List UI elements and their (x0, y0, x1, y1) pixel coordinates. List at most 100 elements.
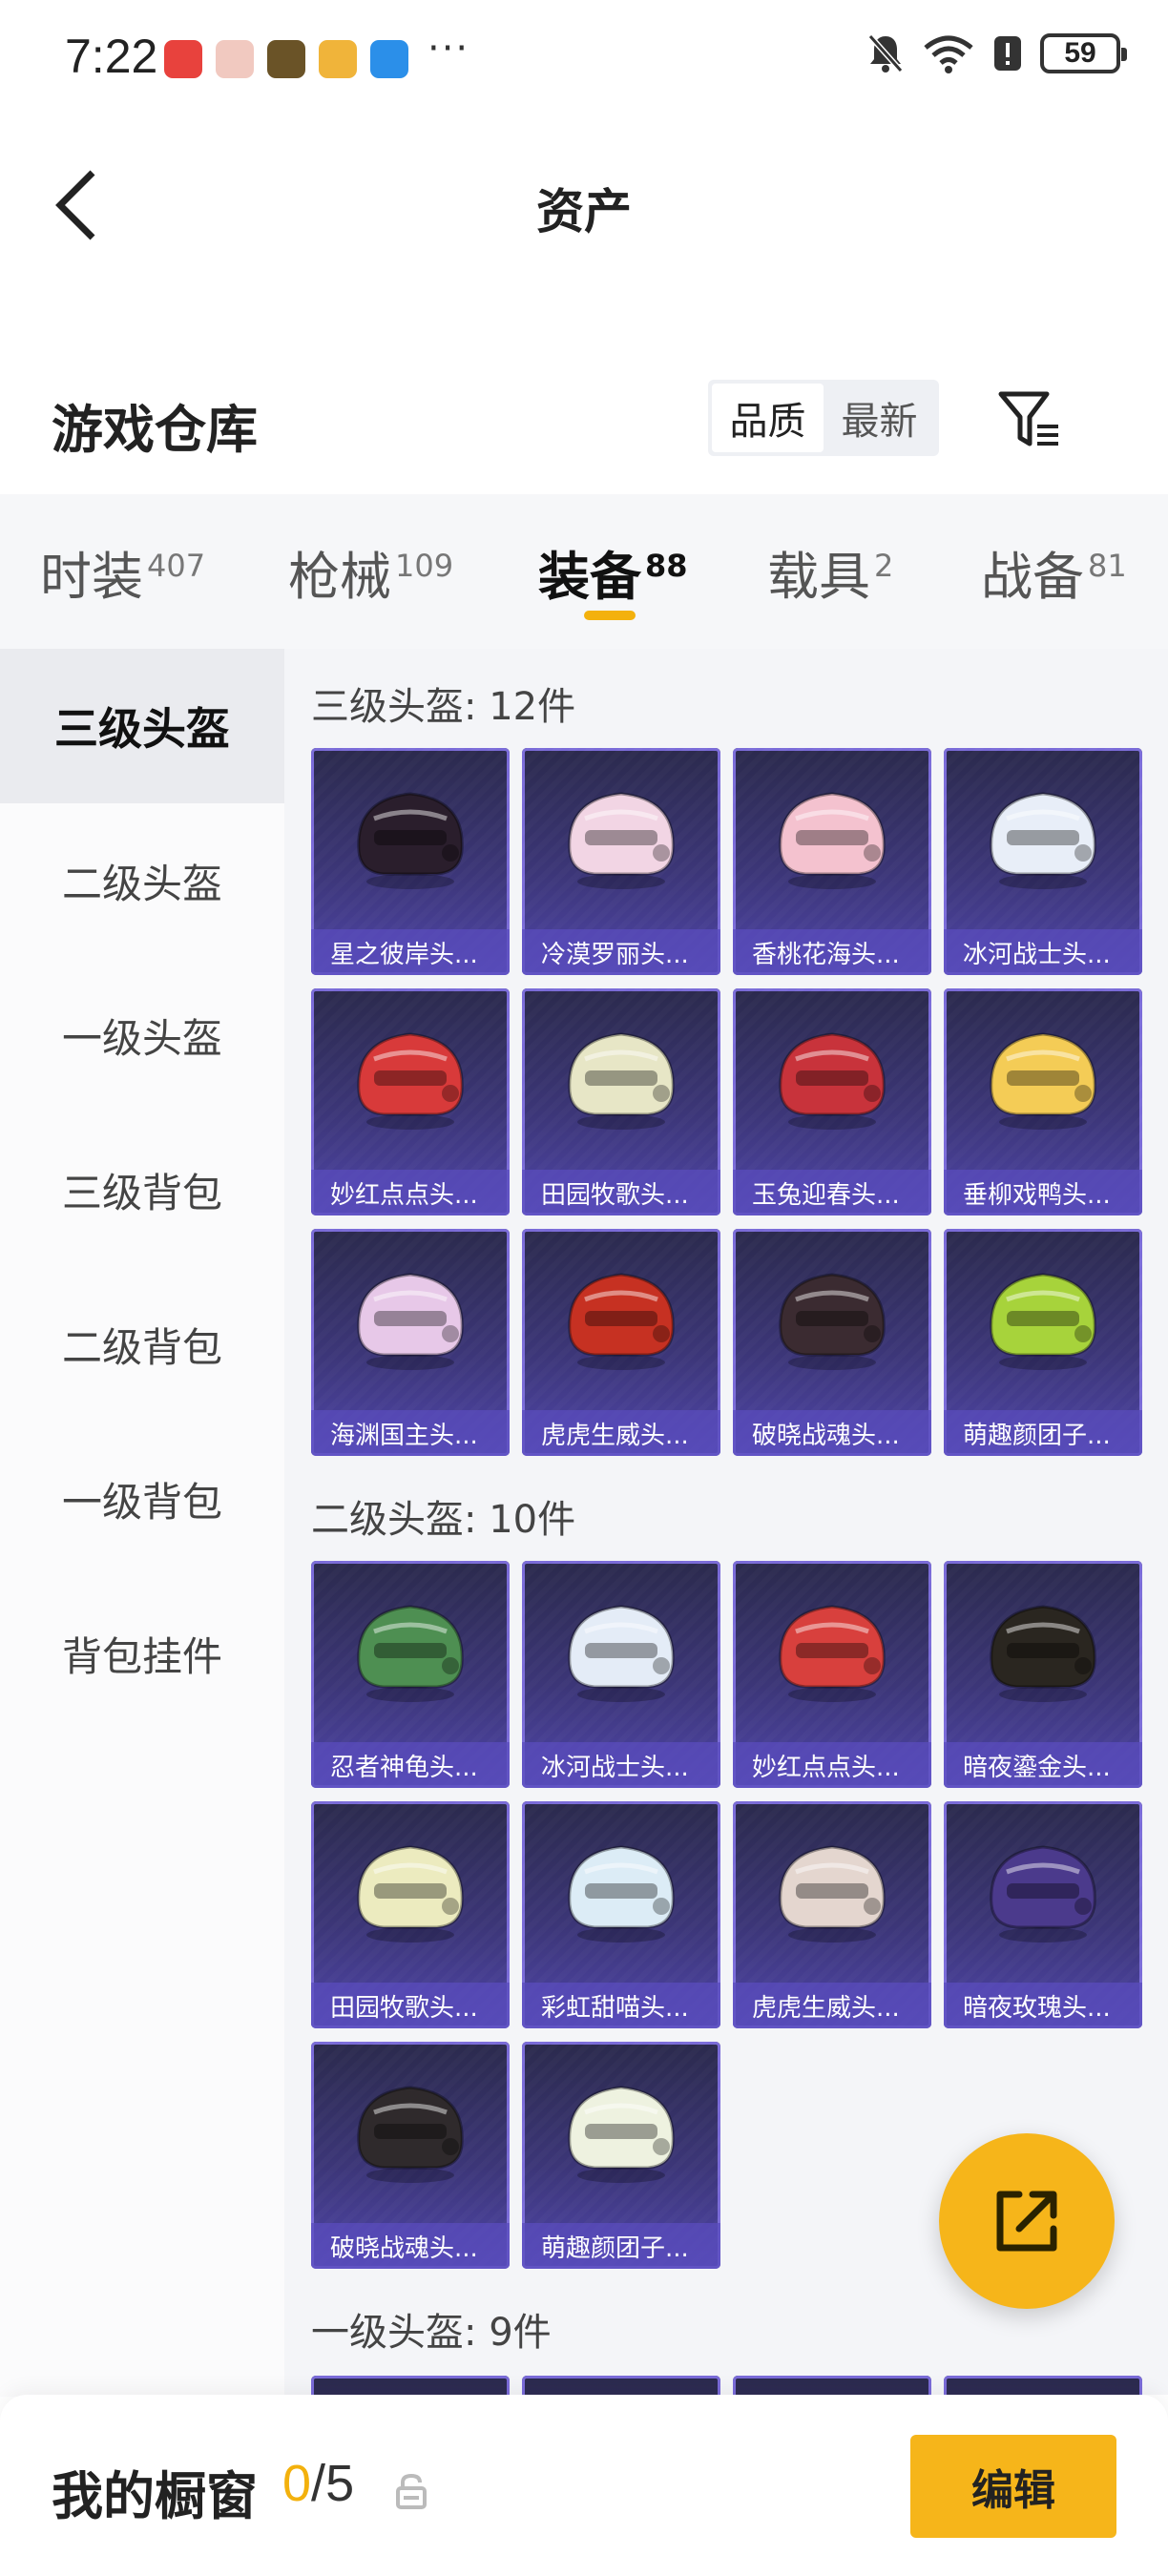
tab-outfit[interactable]: 时装 407 (40, 534, 205, 610)
active-tab-indicator (584, 611, 636, 620)
showcase-count: 0/5 (282, 2455, 355, 2512)
item-card-partial[interactable] (944, 2376, 1142, 2395)
item-card[interactable]: 星之彼岸头... (311, 748, 510, 975)
battery-indicator: 59 (1040, 33, 1127, 73)
item-label: 忍者神龟头... (311, 1742, 510, 1788)
page-header: 资产 (0, 114, 1168, 296)
item-card[interactable]: 暗夜鎏金头... (944, 1561, 1142, 1788)
item-card[interactable]: 妙红点点头... (311, 988, 510, 1215)
sidebar-item-level2-helmet[interactable]: 二级头盔 (0, 803, 284, 958)
huawei-app-icon (164, 40, 202, 78)
helmet-icon (990, 792, 1096, 889)
sidebar-item-level1-backpack[interactable]: 一级背包 (0, 1422, 284, 1576)
helmet-icon (990, 1605, 1096, 1702)
helmet-icon (779, 1032, 886, 1130)
tab-equipment[interactable]: 装备 88 (538, 534, 688, 610)
helmet-icon (357, 2086, 464, 2183)
tab-weapons[interactable]: 枪械 109 (288, 534, 453, 610)
item-card[interactable]: 垂柳戏鸭头... (944, 988, 1142, 1215)
helmet-icon (568, 1273, 675, 1370)
item-card[interactable]: 萌趣颜团子... (944, 1229, 1142, 1456)
item-card[interactable]: 彩虹甜喵头... (522, 1801, 720, 2028)
helmet-icon (990, 1273, 1096, 1370)
item-card[interactable]: 忍者神龟头... (311, 1561, 510, 1788)
helmet-icon (568, 1605, 675, 1702)
item-label: 田园牧歌头... (311, 1983, 510, 2028)
item-card[interactable]: 冰河战士头... (944, 748, 1142, 975)
helmet-icon (990, 1032, 1096, 1130)
item-card-partial[interactable] (522, 2376, 720, 2395)
helmet-icon (779, 1845, 886, 1942)
helmet-icon (779, 1605, 886, 1702)
sidebar-item-level2-backpack[interactable]: 二级背包 (0, 1267, 284, 1422)
sidebar-item-backpack-charm[interactable]: 背包挂件 (0, 1576, 284, 1731)
status-time: 7:22 (65, 30, 158, 83)
sidebar-item-level1-helmet[interactable]: 一级头盔 (0, 958, 284, 1112)
status-right: 59 (866, 32, 1127, 74)
item-label: 星之彼岸头... (311, 929, 510, 975)
share-icon (996, 2191, 1057, 2252)
edit-button[interactable]: 编辑 (910, 2435, 1116, 2538)
section-title-level2: 二级头盔: 10件 (311, 1498, 576, 1542)
item-card[interactable]: 萌趣颜团子... (522, 2042, 720, 2269)
lock-icon (396, 2473, 427, 2509)
item-card[interactable]: 田园牧歌头... (311, 1801, 510, 2028)
item-label: 虎虎生威头... (733, 1983, 931, 2028)
item-card[interactable]: 暗夜玫瑰头... (944, 1801, 1142, 2028)
sort-newest-option[interactable]: 最新 (824, 384, 935, 452)
item-label: 冷漠罗丽头... (522, 929, 720, 975)
showcase-bar: 我的橱窗 0/5 编辑 (0, 2395, 1168, 2576)
showcase-current: 0 (282, 2455, 312, 2512)
more-notifications-icon: ··· (428, 27, 470, 71)
item-label: 玉兔迎春头... (733, 1170, 931, 1215)
filter-icon (998, 391, 1058, 447)
item-card[interactable]: 破晓战魂头... (733, 1229, 931, 1456)
item-card[interactable]: 破晓战魂头... (311, 2042, 510, 2269)
sidebar-item-level3-backpack[interactable]: 三级背包 (0, 1112, 284, 1267)
sort-toggle: 品质 最新 (708, 380, 939, 456)
item-card[interactable]: 妙红点点头... (733, 1561, 931, 1788)
mute-icon (867, 34, 904, 73)
item-label: 暗夜玫瑰头... (944, 1983, 1142, 2028)
sort-quality-option[interactable]: 品质 (712, 384, 824, 452)
item-card-partial[interactable] (311, 2376, 510, 2395)
helmet-icon (357, 792, 464, 889)
weather-app-icon (370, 40, 408, 78)
item-card[interactable]: 虎虎生威头... (733, 1801, 931, 2028)
item-card[interactable]: 虎虎生威头... (522, 1229, 720, 1456)
target-app-icon (319, 40, 357, 78)
item-label: 香桃花海头... (733, 929, 931, 975)
tab-gear[interactable]: 战备 81 (981, 534, 1127, 610)
status-bar: 7:22 ··· 59 (0, 0, 1168, 114)
share-fab-button[interactable] (939, 2133, 1115, 2309)
status-notification-icons (164, 40, 408, 78)
item-label: 萌趣颜团子... (522, 2223, 720, 2269)
item-card[interactable]: 玉兔迎春头... (733, 988, 931, 1215)
category-tabs: 时装 407 枪械 109 装备 88 载具 2 战备 81 (0, 494, 1168, 649)
game-app-icon (216, 40, 254, 78)
section-title-level1: 一级头盔: 9件 (311, 2311, 552, 2355)
showcase-title: 我的橱窗 (52, 2466, 258, 2526)
item-card[interactable]: 冰河战士头... (522, 1561, 720, 1788)
item-label: 妙红点点头... (311, 1170, 510, 1215)
sidebar-item-level3-helmet[interactable]: 三级头盔 (0, 649, 284, 803)
item-card[interactable]: 香桃花海头... (733, 748, 931, 975)
item-label: 虎虎生威头... (522, 1410, 720, 1456)
item-card[interactable]: 田园牧歌头... (522, 988, 720, 1215)
filter-button[interactable] (992, 382, 1069, 458)
helmet-icon (568, 2086, 675, 2183)
helmet-icon (357, 1273, 464, 1370)
item-card[interactable]: 海渊国主头... (311, 1229, 510, 1456)
helmet-icon (779, 792, 886, 889)
item-label: 冰河战士头... (944, 929, 1142, 975)
item-card[interactable]: 冷漠罗丽头... (522, 748, 720, 975)
pubg-app-icon (267, 40, 305, 78)
helmet-icon (568, 1845, 675, 1942)
item-label: 妙红点点头... (733, 1742, 931, 1788)
warehouse-title: 游戏仓库 (52, 400, 258, 460)
item-card-partial[interactable] (733, 2376, 931, 2395)
helmet-icon (568, 1032, 675, 1130)
helmet-icon (990, 1845, 1096, 1942)
tab-vehicles[interactable]: 载具 2 (767, 534, 893, 610)
alert-icon (994, 36, 1021, 71)
